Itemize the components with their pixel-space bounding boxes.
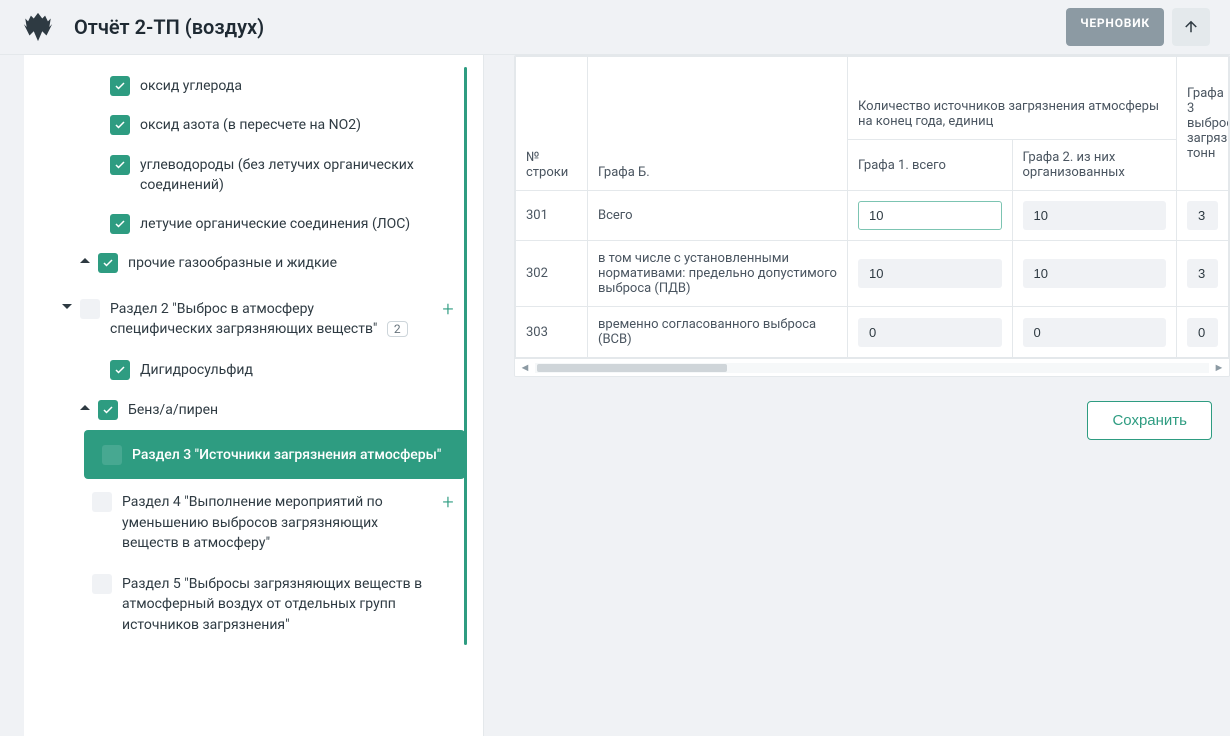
table-row: 301 Всего [516,191,1229,241]
section-row-3-active[interactable]: Раздел 3 "Источники загрязнения атмосфер… [84,430,465,479]
input-g1[interactable] [858,259,1002,288]
input-g1[interactable] [858,318,1002,347]
content-area: № строки Графа Б. Количество источников … [484,55,1230,736]
input-g1[interactable] [858,201,1002,230]
tree-label: оксид азота (в пересчете на NO2) [140,114,361,135]
caret-up-icon[interactable] [76,403,94,413]
tree-label: оксид углерода [140,75,242,96]
caret-down-icon[interactable] [58,302,76,312]
input-g3[interactable] [1187,201,1218,230]
tree-label: летучие органические соединения (ЛОС) [140,213,410,234]
eagle-logo-icon [20,9,56,45]
checkbox-checked-icon[interactable] [98,400,118,420]
cell-grafa-3 [1177,241,1229,307]
checkbox-unchecked-icon[interactable] [92,492,112,512]
cell-grafa-2 [1012,241,1177,307]
section-label: Раздел 2 "Выброс в атмосферу специфическ… [110,298,410,340]
cell-rownum: 301 [516,191,588,241]
cell-grafa-2 [1012,307,1177,358]
count-badge: 2 [387,321,408,337]
save-button[interactable]: Сохранить [1087,401,1212,440]
table-row: 302 в том числе с установленными нормати… [516,241,1229,307]
scroll-left-icon[interactable]: ◄ [515,361,535,374]
data-table: № строки Графа Б. Количество источников … [514,55,1230,377]
section-label: Раздел 5 "Выбросы загрязняющих веществ в… [122,573,432,635]
tree-label: Бенз/а/пирен [128,399,218,420]
input-g3[interactable] [1187,318,1218,347]
horizontal-scrollbar[interactable]: ◄ ► [515,358,1229,376]
section-row-5[interactable]: Раздел 5 "Выбросы загрязняющих веществ в… [82,563,467,645]
input-g2[interactable] [1023,259,1167,288]
cell-grafa-b: Всего [588,191,848,241]
checkbox-unchecked-icon[interactable] [80,299,100,319]
page-header: Отчёт 2-ТП (воздух) ЧЕРНОВИК [0,0,1230,55]
cell-rownum: 303 [516,307,588,358]
cell-grafa-1 [848,241,1013,307]
section-label: Раздел 4 "Выполнение мероприятий по умен… [122,491,422,553]
add-button[interactable]: + [437,298,459,320]
cell-grafa-b: в том числе с установленными нормативами… [588,241,848,307]
cell-grafa-3 [1177,191,1229,241]
scroll-up-button[interactable] [1172,8,1210,46]
th-grafa-b: Графа Б. [588,57,848,191]
section-label: Раздел 3 "Источники загрязнения атмосфер… [132,444,441,465]
checkbox-checked-icon[interactable] [110,115,130,135]
sidebar: оксид углерода оксид азота (в пересчете … [24,55,484,736]
section-row-4[interactable]: Раздел 4 "Выполнение мероприятий по умен… [82,481,467,563]
table-row: 303 временно согласованного выброса (ВСВ… [516,307,1229,358]
tree-item[interactable]: оксид углерода [100,67,465,104]
checkbox-checked-icon[interactable] [110,76,130,96]
page-title: Отчёт 2-ТП (воздух) [74,15,264,39]
tree-item[interactable]: углеводороды (без летучих органических с… [100,146,465,204]
left-rail [0,55,24,736]
th-group: Количество источников загрязнения атмосф… [848,57,1177,140]
tree-label: Дигидросульфид [140,359,253,380]
scroll-thumb[interactable] [537,364,727,372]
section-row-2[interactable]: Раздел 2 "Выброс в атмосферу специфическ… [56,288,467,350]
scroll-right-icon[interactable]: ► [1209,361,1229,374]
input-g2[interactable] [1023,318,1167,347]
checkbox-checked-icon[interactable] [110,214,130,234]
tree-item[interactable]: Бенз/а/пирен [74,391,465,428]
tree-item[interactable]: летучие органические соединения (ЛОС) [100,205,465,242]
tree-label: прочие газообразные и жидкие [128,252,337,273]
input-g3[interactable] [1187,259,1218,288]
cell-grafa-2 [1012,191,1177,241]
cell-grafa-1 [848,307,1013,358]
tree-item[interactable]: Дигидросульфид [100,351,465,388]
th-grafa-3: Графа 3 выброс загрязн тонн [1177,57,1229,191]
cell-grafa-b: временно согласованного выброса (ВСВ) [588,307,848,358]
caret-up-icon[interactable] [76,256,94,266]
checkbox-checked-icon[interactable] [110,155,130,175]
th-grafa-1: Графа 1. всего [848,140,1013,191]
cell-grafa-1 [848,191,1013,241]
tree-item[interactable]: прочие газообразные и жидкие [74,244,465,281]
th-rownum: № строки [516,57,588,191]
checkbox-checked-icon[interactable] [98,253,118,273]
checkbox-checked-icon[interactable] [110,360,130,380]
draft-badge: ЧЕРНОВИК [1066,8,1164,46]
input-g2[interactable] [1023,201,1167,230]
checkbox-unchecked-icon[interactable] [92,574,112,594]
th-grafa-2: Графа 2. из них организованных [1012,140,1177,191]
cell-rownum: 302 [516,241,588,307]
tree-label: углеводороды (без летучих органических с… [140,154,455,196]
cell-grafa-3 [1177,307,1229,358]
checkbox-placeholder-icon [102,445,122,465]
tree-item[interactable]: оксид азота (в пересчете на NO2) [100,106,465,143]
add-button[interactable]: + [437,491,459,513]
